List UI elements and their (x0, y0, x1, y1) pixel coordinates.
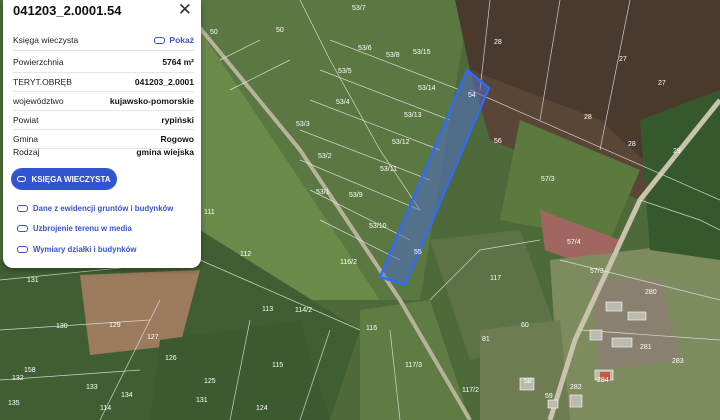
parcel-number-label: 50 (210, 29, 218, 36)
parcel-number-label: 81 (482, 336, 490, 343)
parcel-number-label: 28 (494, 39, 502, 46)
row-area: Powierzchnia 5764 m² (13, 52, 194, 73)
parcel-number-label: 53/1 (316, 189, 330, 196)
land-register-button[interactable]: KSIĘGA WIECZYSTA (11, 168, 117, 190)
parcel-number-label: 281 (640, 344, 652, 351)
row-label: Księga wieczysta (13, 35, 79, 45)
parcel-number-label: 53/12 (392, 139, 410, 146)
utilities-link-label[interactable]: Uzbrojenie terenu w media (33, 224, 132, 233)
parcel-number-label: 114/2 (295, 307, 312, 314)
row-teryt: TERYT.OBRĘB 041203_2.0001 (13, 72, 194, 92)
parcel-number-label: 116 (366, 325, 377, 332)
show-link-label[interactable]: Pokaż (169, 35, 194, 45)
parcel-number-label: 56 (494, 138, 502, 145)
parcel-number-label: 58 (524, 378, 532, 385)
link-icon (17, 176, 27, 182)
land-records-link-label[interactable]: Dane z ewidencji gruntów i budynków (33, 204, 173, 213)
land-register-button-label[interactable]: KSIĘGA WIECZYSTA (31, 175, 110, 184)
parcel-number-label: 28 (584, 114, 592, 121)
parcel-number-label: 116/2 (340, 259, 357, 266)
parcel-number-label: 53/2 (318, 153, 332, 160)
parcel-number-label: 132 (12, 375, 24, 382)
link-icon (17, 225, 28, 232)
parcel-number-label: 55 (414, 249, 422, 256)
parcel-number-label: 53/13 (404, 112, 422, 119)
parcel-number-label: 57/4 (567, 239, 581, 246)
parcel-number-label: 53/4 (336, 99, 350, 106)
show-link[interactable]: Pokaż (154, 35, 194, 45)
row-label: województwo (13, 95, 64, 106)
row-value: gmina wiejska (136, 146, 194, 157)
row-type: Rodzaj gmina wiejska (13, 142, 194, 161)
parcel-number-label: 280 (645, 289, 657, 296)
parcel-number-label: 117/3 (405, 362, 422, 369)
parcel-id-title: 041203_2.0001.54 (13, 3, 122, 18)
utilities-link[interactable]: Uzbrojenie terenu w media (17, 224, 132, 233)
parcel-number-label: 283 (672, 358, 684, 365)
parcel-number-label: 135 (8, 400, 20, 407)
parcel-number-label: 131 (27, 277, 39, 284)
parcel-number-label: 53/8 (386, 52, 400, 59)
row-ksiega: Księga wieczysta Pokaż (13, 30, 194, 51)
row-voivodeship: województwo kujawsko-pomorskie (13, 91, 194, 111)
parcel-number-label: 114 (100, 405, 111, 412)
parcel-number-label: 127 (147, 334, 159, 341)
row-value: kujawsko-pomorskie (109, 95, 194, 106)
parcel-number-label: 284 (597, 377, 609, 384)
parcel-number-label: 27 (619, 56, 627, 63)
parcel-number-label: 53/15 (413, 49, 431, 56)
parcel-number-label: 126 (165, 355, 177, 362)
row-value: 041203_2.0001 (134, 76, 194, 87)
parcel-number-label: 113 (262, 306, 273, 313)
parcel-number-label: 111 (204, 209, 215, 216)
parcel-number-label: 53/9 (349, 192, 363, 199)
parcel-number-label: 53/7 (352, 5, 366, 12)
row-value: 5764 m² (162, 57, 194, 67)
parcel-number-label: 130 (56, 323, 68, 330)
row-county: Powiat rypiński (13, 110, 194, 130)
parcel-number-label: 124 (256, 405, 268, 412)
row-label: Powiat (13, 114, 39, 125)
link-icon (154, 36, 166, 44)
row-value: rypiński (161, 114, 194, 125)
parcel-number-label: 282 (570, 384, 582, 391)
parcel-number-label: 53/14 (418, 85, 436, 92)
link-icon (17, 246, 28, 253)
row-label: TERYT.OBRĘB (13, 76, 72, 87)
close-icon[interactable]: ✕ (178, 0, 192, 20)
parcel-number-label: 53/11 (380, 166, 397, 173)
row-label: Rodzaj (13, 146, 40, 157)
parcel-number-label: 134 (121, 392, 133, 399)
parcel-number-label: 129 (109, 322, 121, 329)
parcel-number-label: 131 (196, 397, 208, 404)
parcel-number-label: 28 (628, 141, 636, 148)
parcel-number-label: 53/6 (358, 45, 372, 52)
parcel-number-label: 133 (86, 384, 98, 391)
land-records-link[interactable]: Dane z ewidencji gruntów i budynków (17, 204, 173, 213)
parcel-number-label: 27 (658, 80, 666, 87)
parcel-number-label: 53/10 (369, 223, 387, 230)
parcel-number-label: 59 (545, 393, 553, 400)
parcel-number-label: 29 (673, 148, 681, 155)
parcel-number-label: 158 (24, 367, 36, 374)
parcel-number-label: 57/3 (541, 176, 555, 183)
dimensions-link-label[interactable]: Wymiary działki i budynków (33, 245, 136, 254)
parcel-number-label: 60 (521, 322, 529, 329)
parcel-number-label: 117/2 (462, 387, 479, 394)
row-label: Powierzchnia (13, 57, 64, 67)
parcel-number-label: 50 (276, 27, 284, 34)
parcel-number-label: 53/5 (338, 68, 352, 75)
parcel-number-label: 54 (468, 92, 476, 99)
parcel-number-label: 57/3 (590, 268, 604, 275)
parcel-info-panel: 041203_2.0001.54 ✕ Księga wieczysta Poka… (3, 0, 201, 268)
link-icon (17, 205, 28, 212)
parcel-number-label: 53/3 (296, 121, 310, 128)
parcel-number-label: 117 (490, 275, 501, 282)
dimensions-link[interactable]: Wymiary działki i budynków (17, 245, 136, 254)
parcel-number-label: 125 (204, 378, 216, 385)
parcel-number-label: 112 (240, 251, 251, 258)
parcel-number-label: 115 (272, 362, 283, 369)
